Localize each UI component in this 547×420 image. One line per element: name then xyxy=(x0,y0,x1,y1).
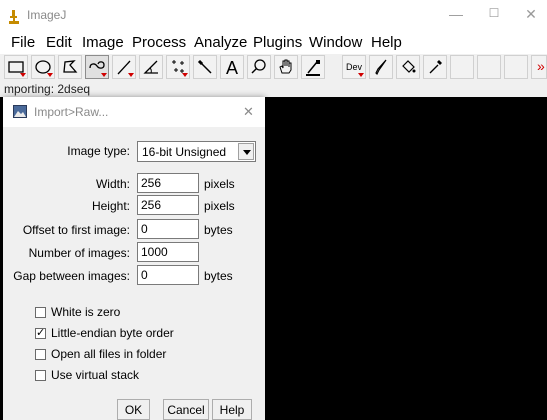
menu-plugins[interactable]: Plugins xyxy=(253,34,302,51)
menu-analyze[interactable]: Analyze xyxy=(194,34,247,51)
status-bar: mporting: 2dseq xyxy=(0,81,547,97)
angle-tool-icon xyxy=(143,60,158,74)
dropdown-button[interactable] xyxy=(238,143,254,160)
checkbox-label: Open all files in folder xyxy=(51,347,167,361)
oval-tool-button[interactable] xyxy=(31,55,55,79)
flood-fill-tool-button[interactable] xyxy=(396,55,420,79)
color-picker-tool-icon xyxy=(306,60,320,76)
status-text: mporting: 2dseq xyxy=(4,82,91,96)
dropdown-indicator-icon xyxy=(101,73,107,77)
zoom-tool-button[interactable] xyxy=(247,55,271,79)
menu-image[interactable]: Image xyxy=(82,34,124,51)
check-icon: ✓ xyxy=(36,327,46,339)
dev-tool-button[interactable]: Dev xyxy=(342,55,366,79)
close-icon[interactable]: ✕ xyxy=(521,6,541,23)
title-bar: ImageJ — ☐ ✕ xyxy=(0,0,547,32)
dialog-title-bar[interactable]: Import>Raw... ✕ xyxy=(3,97,265,127)
brush-tool-button[interactable] xyxy=(369,55,393,79)
gap-unit: bytes xyxy=(204,269,233,283)
text-tool-button[interactable]: A xyxy=(220,55,244,79)
checkbox-label: White is zero xyxy=(51,305,121,319)
menu-edit[interactable]: Edit xyxy=(46,34,72,51)
brush-tool-icon xyxy=(375,59,387,76)
empty-tool-slot xyxy=(504,55,528,79)
text-tool-icon: A xyxy=(226,58,238,78)
image-type-label: Image type: xyxy=(67,144,130,158)
dialog-close-icon[interactable]: ✕ xyxy=(243,104,254,120)
checkbox-label: Little-endian byte order xyxy=(51,326,174,340)
line-tool-button[interactable] xyxy=(112,55,136,79)
maximize-icon[interactable]: ☐ xyxy=(484,6,504,20)
width-unit: pixels xyxy=(204,177,235,191)
zoom-tool-icon xyxy=(251,59,266,74)
checkbox-label: Use virtual stack xyxy=(51,368,140,382)
more-tools-button[interactable]: » xyxy=(531,55,547,79)
chevron-down-icon xyxy=(243,150,251,155)
imagej-main-window: ImageJ — ☐ ✕ File Edit Image Process Ana… xyxy=(0,0,547,97)
help-button[interactable]: Help xyxy=(212,399,252,420)
dropper-tool-button[interactable] xyxy=(423,55,447,79)
dropdown-indicator-icon xyxy=(182,73,188,77)
menu-window[interactable]: Window xyxy=(309,34,362,51)
empty-tool-slot xyxy=(477,55,501,79)
checkbox-box[interactable] xyxy=(35,370,46,381)
checkbox-box[interactable] xyxy=(35,307,46,318)
offset-label: Offset to first image: xyxy=(22,223,130,237)
image-canvas[interactable] xyxy=(265,97,547,420)
width-label: Width: xyxy=(95,177,130,191)
polygon-tool-button[interactable] xyxy=(58,55,82,79)
flood-fill-tool-icon xyxy=(402,60,416,73)
hand-tool-icon xyxy=(279,59,292,74)
height-label: Height: xyxy=(91,199,130,213)
more-tools-icon: » xyxy=(537,58,545,74)
gap-between-images-field[interactable] xyxy=(137,265,199,285)
microscope-app-icon xyxy=(9,10,19,24)
freehand-tool-button[interactable] xyxy=(85,55,109,79)
number-of-images-field[interactable] xyxy=(137,242,199,262)
dev-tool-glyph: Dev xyxy=(346,62,363,72)
dropdown-indicator-icon xyxy=(47,73,53,77)
dropdown-indicator-icon xyxy=(20,73,26,77)
text-tool-glyph: A xyxy=(226,58,238,78)
ok-button[interactable]: OK xyxy=(117,399,150,420)
offset-field[interactable] xyxy=(137,219,199,239)
menu-bar: File Edit Image Process Analyze Plugins … xyxy=(0,32,547,54)
menu-process[interactable]: Process xyxy=(132,34,186,51)
empty-tool-slot xyxy=(450,55,474,79)
wand-tool-button[interactable] xyxy=(193,55,217,79)
wand-tool-icon xyxy=(197,59,212,74)
image-type-select[interactable]: 16-bit Unsigned xyxy=(137,141,256,162)
import-raw-dialog: Import>Raw... ✕ Image type: 16-bit Unsig… xyxy=(3,97,265,420)
menu-file[interactable]: File xyxy=(11,34,35,51)
hand-tool-button[interactable] xyxy=(274,55,298,79)
app-title: ImageJ xyxy=(27,8,67,22)
dropper-tool-icon xyxy=(429,60,442,74)
width-field[interactable] xyxy=(137,173,199,193)
point-tool-button[interactable] xyxy=(166,55,190,79)
cancel-button[interactable]: Cancel xyxy=(163,399,209,420)
dropdown-indicator-icon xyxy=(128,73,134,77)
height-unit: pixels xyxy=(204,199,235,213)
minimize-icon[interactable]: — xyxy=(446,6,466,22)
menu-help[interactable]: Help xyxy=(371,34,402,51)
number-of-images-label: Number of images: xyxy=(28,246,130,260)
checkbox-box[interactable] xyxy=(35,349,46,360)
image-icon xyxy=(13,105,27,118)
gap-between-images-label: Gap between images: xyxy=(13,269,130,283)
toolbar: A Dev » xyxy=(0,54,547,81)
rectangle-tool-button[interactable] xyxy=(4,55,28,79)
color-picker-tool-button[interactable] xyxy=(301,55,325,79)
dialog-title: Import>Raw... xyxy=(34,105,109,119)
image-type-value: 16-bit Unsigned xyxy=(142,145,227,159)
offset-unit: bytes xyxy=(204,223,233,237)
checkbox-box[interactable]: ✓ xyxy=(35,327,46,339)
polygon-tool-icon xyxy=(63,60,78,73)
dropdown-indicator-icon xyxy=(358,73,364,77)
height-field[interactable] xyxy=(137,195,199,215)
angle-tool-button[interactable] xyxy=(139,55,163,79)
